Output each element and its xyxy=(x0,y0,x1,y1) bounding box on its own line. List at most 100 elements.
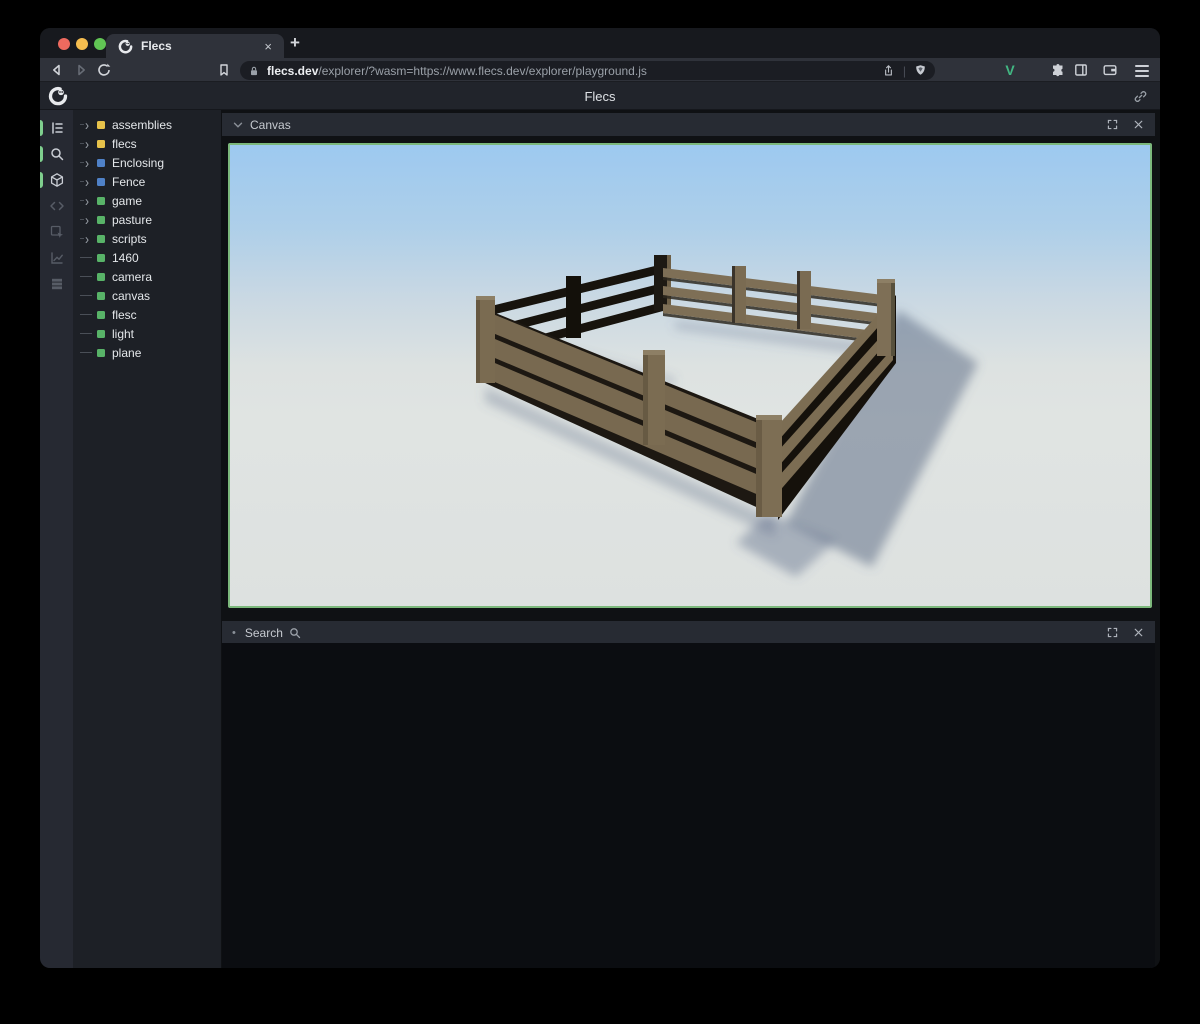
rows-icon xyxy=(49,276,65,292)
expand-chevron-icon[interactable]: › xyxy=(80,215,97,225)
reload-icon[interactable] xyxy=(96,62,112,78)
extensions-puzzle-icon[interactable] xyxy=(1050,62,1066,78)
close-tab-icon[interactable]: × xyxy=(260,38,276,55)
active-indicator xyxy=(40,172,43,188)
entity-label: pasture xyxy=(112,213,152,227)
tree-connector xyxy=(80,295,97,296)
entity-color-square xyxy=(97,330,105,338)
tree-item-scripts[interactable]: ›scripts xyxy=(80,229,221,248)
rail-code-button[interactable] xyxy=(40,193,73,219)
tab-strip: Flecs × + xyxy=(40,28,1160,58)
brave-shield-icon[interactable] xyxy=(914,64,927,77)
tree-connector xyxy=(80,333,97,334)
expand-chevron-icon[interactable]: › xyxy=(80,234,97,244)
tree-item-pasture[interactable]: › pasture xyxy=(80,210,221,229)
entity-label: camera xyxy=(112,270,152,284)
url-text: flecs.dev/explorer/?wasm=https://www.fle… xyxy=(267,64,882,78)
browser-window: Flecs × + flecs.dev/explorer/?wasm=https… xyxy=(40,28,1160,968)
fullscreen-icon[interactable] xyxy=(1106,626,1119,639)
rail-chart-button[interactable] xyxy=(40,245,73,271)
cube-icon xyxy=(49,172,65,188)
tree-connector xyxy=(80,257,97,258)
entity-label: assemblies xyxy=(112,118,172,132)
tree-item-assemblies[interactable]: › assemblies xyxy=(80,115,221,134)
search-panel-title: Search xyxy=(245,626,283,640)
entity-color-square xyxy=(97,121,105,129)
entity-color-square xyxy=(97,235,105,243)
rail-tree-button[interactable] xyxy=(40,115,73,141)
expand-chevron-icon[interactable]: › xyxy=(80,120,97,130)
close-window-button[interactable] xyxy=(58,38,70,50)
entity-label: canvas xyxy=(112,289,150,303)
entity-color-square xyxy=(97,254,105,262)
share-link-icon[interactable] xyxy=(1133,89,1148,104)
tree-item-1460[interactable]: 1460 xyxy=(80,248,221,267)
share-icon[interactable] xyxy=(882,64,895,77)
close-panel-icon[interactable] xyxy=(1132,626,1145,639)
rail-rows-button[interactable] xyxy=(40,271,73,297)
menu-hamburger-icon[interactable] xyxy=(1134,62,1150,78)
entity-color-square xyxy=(97,178,105,186)
tree-item-flesc[interactable]: flesc xyxy=(80,305,221,324)
entity-color-square xyxy=(97,349,105,357)
tree-item-game[interactable]: ›game xyxy=(80,191,221,210)
back-icon[interactable] xyxy=(49,62,65,78)
entity-label: light xyxy=(112,327,134,341)
entity-color-square xyxy=(97,273,105,281)
tree-item-canvas[interactable]: canvas xyxy=(80,286,221,305)
rail-cube-button[interactable] xyxy=(40,167,73,193)
3d-canvas-viewport[interactable] xyxy=(228,143,1152,608)
tree-item-camera[interactable]: camera xyxy=(80,267,221,286)
entity-label: 1460 xyxy=(112,251,139,265)
zoom-window-button[interactable] xyxy=(94,38,106,50)
icon-rail xyxy=(40,110,73,968)
search-panel-body[interactable] xyxy=(222,643,1155,968)
canvas-panel-header[interactable]: Canvas xyxy=(222,113,1155,136)
chevron-down-icon[interactable] xyxy=(232,119,244,131)
entity-label: Fence xyxy=(112,175,145,189)
tree-item-light[interactable]: light xyxy=(80,324,221,343)
expand-chevron-icon[interactable]: › xyxy=(80,158,97,168)
entity-color-square xyxy=(97,216,105,224)
tree-icon xyxy=(49,120,65,136)
tree-item-plane[interactable]: plane xyxy=(80,343,221,362)
main-area: Canvas xyxy=(221,110,1160,968)
sidebar-toggle-icon[interactable] xyxy=(1073,62,1089,78)
rail-search-button[interactable] xyxy=(40,141,73,167)
tree-connector xyxy=(80,352,97,353)
url-bar[interactable]: flecs.dev/explorer/?wasm=https://www.fle… xyxy=(240,61,935,80)
forward-icon[interactable] xyxy=(73,62,89,78)
flecs-favicon xyxy=(118,39,133,54)
close-panel-icon[interactable] xyxy=(1132,118,1145,131)
active-indicator xyxy=(40,120,43,136)
entity-label: Enclosing xyxy=(112,156,164,170)
fullscreen-icon[interactable] xyxy=(1106,118,1119,131)
divider: | xyxy=(903,64,906,78)
minimize-window-button[interactable] xyxy=(76,38,88,50)
entity-color-square xyxy=(97,311,105,319)
vue-devtools-icon[interactable]: V xyxy=(1002,62,1018,78)
url-path: /explorer/?wasm=https://www.flecs.dev/ex… xyxy=(318,64,646,78)
url-domain: flecs.dev xyxy=(267,64,318,78)
new-tab-button[interactable]: + xyxy=(290,33,300,53)
browser-toolbar: flecs.dev/explorer/?wasm=https://www.fle… xyxy=(40,58,1160,82)
lock-icon xyxy=(248,65,260,77)
adblock-extension-icon[interactable] xyxy=(1026,62,1042,78)
search-panel-header[interactable]: • Search xyxy=(222,621,1155,644)
wallet-icon[interactable] xyxy=(1102,62,1118,78)
tree-item-flecs[interactable]: › flecs xyxy=(80,134,221,153)
bookmark-icon[interactable] xyxy=(216,62,232,78)
browser-tab[interactable]: Flecs × xyxy=(106,34,284,58)
entity-color-square xyxy=(97,292,105,300)
search-icon xyxy=(49,146,65,162)
tree-item-Fence[interactable]: › Fence xyxy=(80,172,221,191)
tree-connector xyxy=(80,276,97,277)
entity-label: flecs xyxy=(112,137,137,151)
expand-chevron-icon[interactable]: › xyxy=(80,196,97,206)
tree-item-Enclosing[interactable]: › Enclosing xyxy=(80,153,221,172)
rail-inspect-button[interactable] xyxy=(40,219,73,245)
entity-color-square xyxy=(97,197,105,205)
expand-chevron-icon[interactable]: › xyxy=(80,139,97,149)
expand-chevron-icon[interactable]: › xyxy=(80,177,97,187)
panel-bullet-icon: • xyxy=(232,627,236,639)
